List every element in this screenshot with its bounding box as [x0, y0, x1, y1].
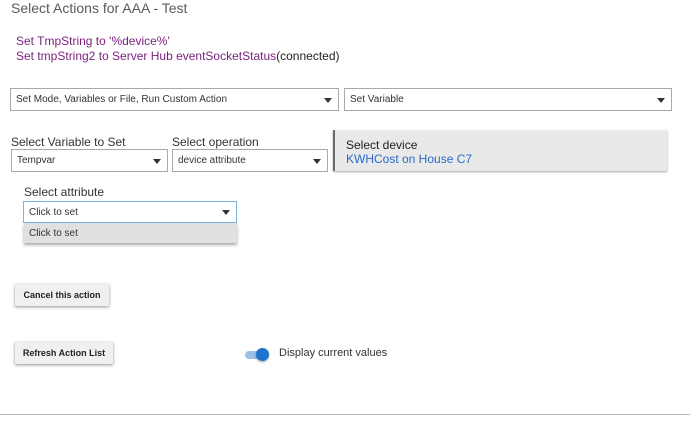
- page-title: Select Actions for AAA - Test: [11, 0, 188, 16]
- toggle-thumb: [256, 348, 269, 361]
- attribute-value: Click to set: [29, 206, 78, 218]
- operation-label: Select operation: [172, 135, 259, 149]
- action-type-select[interactable]: Set Variable: [344, 88, 672, 111]
- action-editor-page: Select Actions for AAA - Test Set TmpStr…: [0, 0, 690, 422]
- display-values-label: Display current values: [279, 347, 388, 359]
- attribute-dropdown-list: Click to set: [24, 223, 237, 243]
- attribute-label: Select attribute: [24, 185, 105, 199]
- chevron-down-icon: [222, 210, 230, 215]
- variable-select[interactable]: Tempvar: [11, 149, 168, 172]
- operation-value: device attribute: [178, 155, 246, 166]
- action-item-text: Set TmpString to '%device%': [16, 34, 170, 48]
- chevron-down-icon: [153, 158, 161, 164]
- chevron-down-icon: [313, 158, 321, 164]
- attribute-select[interactable]: Click to set: [23, 201, 237, 223]
- device-selector[interactable]: Select device KWHCost on House C7: [333, 130, 667, 171]
- attribute-option[interactable]: Click to set: [29, 228, 232, 239]
- chevron-down-icon: [324, 97, 332, 103]
- action-item: Set tmpString2 to Server Hub eventSocket…: [16, 49, 340, 64]
- operation-select[interactable]: device attribute: [172, 149, 328, 172]
- action-category-value: Set Mode, Variables or File, Run Custom …: [16, 94, 228, 105]
- action-item-suffix: (connected): [276, 49, 340, 63]
- action-item-text: Set tmpString2 to Server Hub eventSocket…: [16, 49, 277, 63]
- chevron-down-icon: [657, 97, 665, 103]
- divider: [0, 414, 690, 415]
- device-value-link[interactable]: KWHCost on House C7: [346, 152, 667, 166]
- action-item: Set TmpString to '%device%': [16, 34, 340, 49]
- display-values-toggle[interactable]: [245, 348, 269, 362]
- action-type-value: Set Variable: [350, 94, 404, 105]
- cancel-action-button[interactable]: Cancel this action: [15, 284, 109, 306]
- variable-label: Select Variable to Set: [11, 135, 126, 149]
- action-list: Set TmpString to '%device%' Set tmpStrin…: [16, 34, 340, 64]
- refresh-action-list-button[interactable]: Refresh Action List: [15, 342, 113, 364]
- device-label: Select device: [346, 138, 418, 152]
- action-category-select[interactable]: Set Mode, Variables or File, Run Custom …: [10, 88, 339, 111]
- variable-value: Tempvar: [17, 155, 56, 166]
